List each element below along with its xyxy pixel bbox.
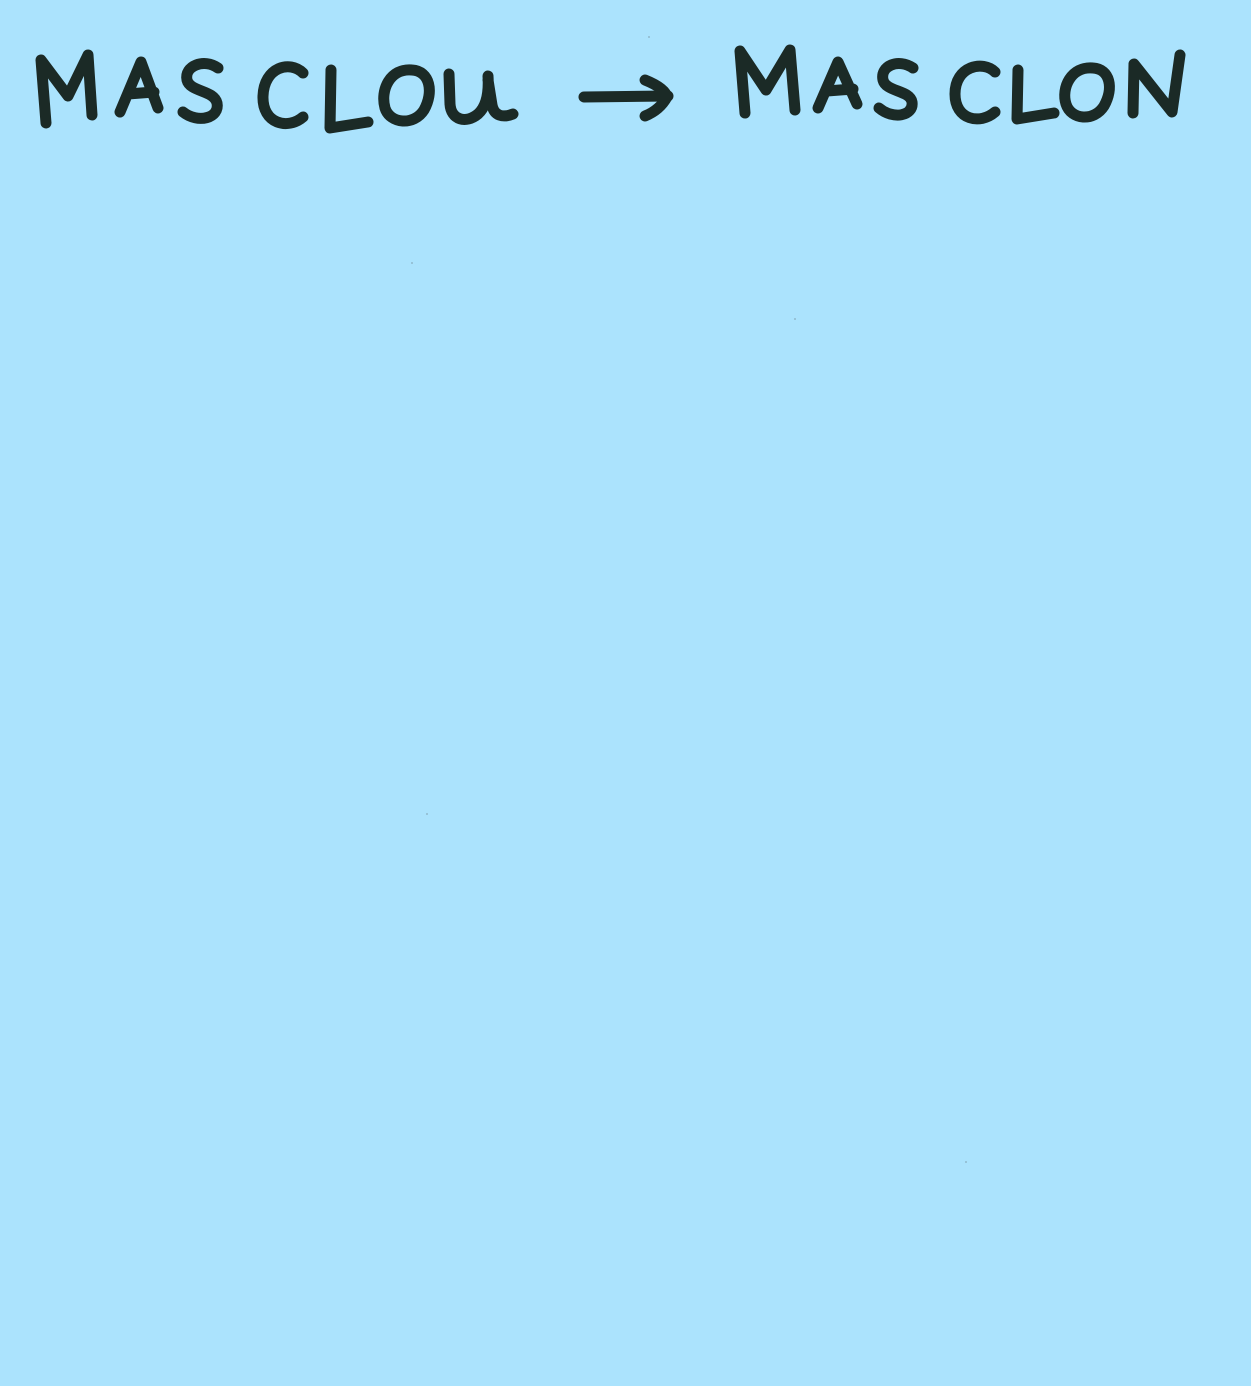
letter-c-2 xyxy=(949,60,1001,125)
paper-speck xyxy=(426,813,428,815)
arrow-handwriting xyxy=(578,74,674,122)
letter-o-1 xyxy=(378,64,435,127)
source-word-handwriting xyxy=(35,49,519,134)
letter-m-2 xyxy=(734,44,801,119)
letter-l-1 xyxy=(324,64,374,134)
source-word: MASCLOU xyxy=(0,180,1,181)
handwriting-drawing xyxy=(35,44,1186,134)
paper-speck xyxy=(965,1161,967,1163)
paper-speck xyxy=(648,36,650,38)
letter-u-1 xyxy=(443,68,519,125)
paper-speck xyxy=(411,262,413,264)
sticky-note-sheet: MASCLOU → MASCLON xyxy=(0,0,1251,1386)
letter-c-1 xyxy=(257,61,309,130)
target-word: MASCLON xyxy=(0,180,1,181)
letter-m-1 xyxy=(35,49,98,129)
letter-l-2 xyxy=(1011,64,1060,125)
letter-s-1 xyxy=(177,58,224,124)
letter-n-2 xyxy=(1127,49,1186,119)
letter-s-2 xyxy=(873,58,919,121)
letter-a-2 xyxy=(812,56,863,114)
arrow-shaft xyxy=(578,90,674,103)
letter-o-2 xyxy=(1059,62,1115,123)
paper-speck xyxy=(794,318,796,320)
handwritten-correction: MASCLOU → MASCLON xyxy=(0,0,1251,180)
letter-a-1 xyxy=(114,56,164,118)
arrow-symbol: → xyxy=(0,180,1,181)
target-word-handwriting xyxy=(734,44,1186,125)
